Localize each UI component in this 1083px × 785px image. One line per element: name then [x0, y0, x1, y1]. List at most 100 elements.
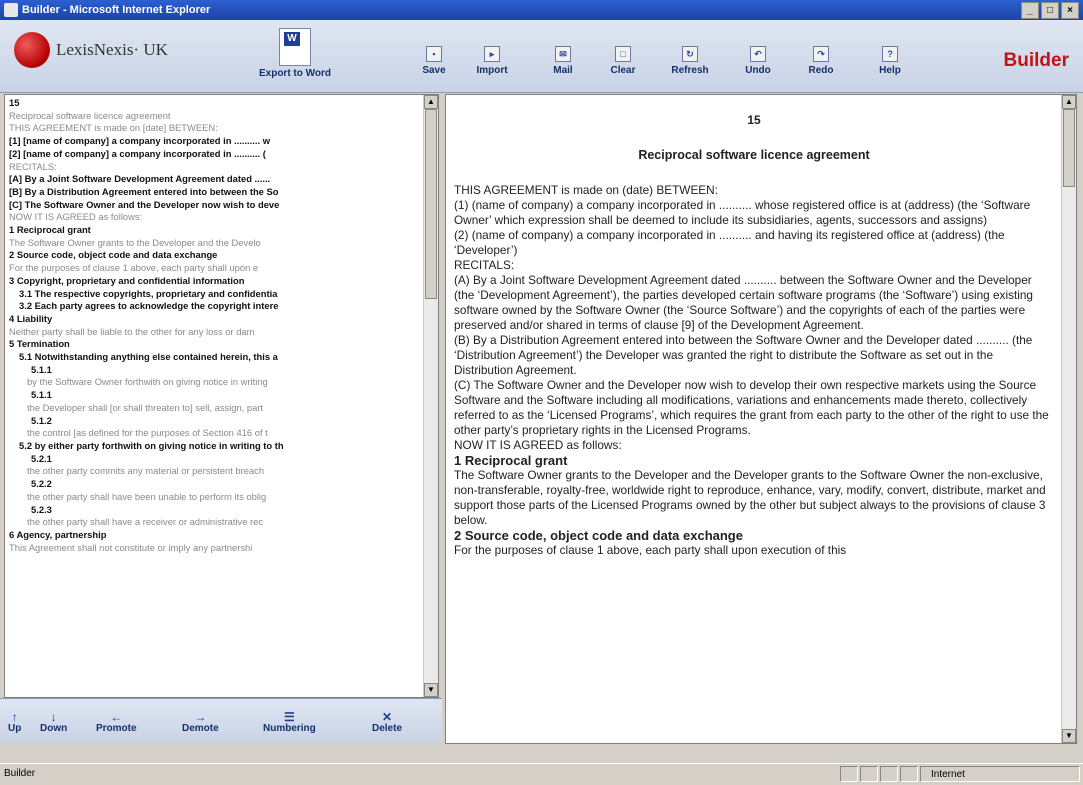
save-button[interactable]: ▪ Save — [404, 46, 464, 76]
numbering-icon: ☰ — [284, 710, 295, 724]
undo-icon: ↶ — [750, 46, 766, 62]
refresh-icon: ↻ — [682, 46, 698, 62]
redo-button[interactable]: ↷ Redo — [791, 46, 851, 76]
clause-heading: 2 Source code, object code and data exch… — [454, 528, 743, 543]
scroll-thumb[interactable] — [1063, 109, 1075, 187]
outline-item[interactable]: [1] [name of company] a company incorpor… — [9, 135, 423, 148]
delete-button[interactable]: ✕ Delete — [372, 711, 402, 734]
outline-item[interactable]: Reciprocal software licence agreement — [9, 110, 423, 123]
outline-item[interactable]: [C] The Software Owner and the Developer… — [9, 199, 423, 212]
scroll-down-arrow-icon[interactable]: ▼ — [1062, 729, 1076, 743]
outline-item[interactable]: For the purposes of clause 1 above, each… — [9, 262, 423, 275]
outline-item[interactable]: 5.2.1 — [9, 453, 423, 466]
outline-item[interactable]: by the Software Owner forthwith on givin… — [9, 376, 423, 389]
promote-button[interactable]: ← Promote — [96, 711, 137, 734]
outline-item[interactable]: [2] [name of company] a company incorpor… — [9, 148, 423, 161]
outline-item[interactable]: 1 Reciprocal grant — [9, 224, 423, 237]
document-paragraph: (C) The Software Owner and the Developer… — [454, 378, 1049, 437]
export-label: Export to Word — [258, 68, 332, 79]
document-paragraph: NOW IT IS AGREED as follows: — [454, 438, 622, 452]
outline-item[interactable]: 5.2 by either party forthwith on giving … — [9, 440, 423, 453]
status-cell — [840, 766, 858, 782]
demote-button[interactable]: → Demote — [182, 711, 219, 734]
status-text: Builder — [4, 768, 36, 779]
outline-item[interactable]: 2 Source code, object code and data exch… — [9, 249, 423, 262]
outline-item[interactable]: NOW IT IS AGREED as follows: — [9, 211, 423, 224]
delete-label: Delete — [372, 723, 403, 734]
promote-label: Promote — [96, 723, 137, 734]
outline-item[interactable]: the other party commits any material or … — [9, 465, 423, 478]
document-number: 15 — [747, 113, 761, 127]
scroll-up-arrow-icon[interactable]: ▲ — [424, 95, 438, 109]
maximize-button[interactable]: □ — [1041, 2, 1059, 19]
outline-list: 15 Reciprocal software licence agreement… — [9, 97, 423, 554]
up-arrow-icon: ↑ — [11, 710, 18, 724]
help-icon: ? — [882, 46, 898, 62]
mail-button[interactable]: ✉ Mail — [533, 46, 593, 76]
outline-item[interactable]: the control [as defined for the purposes… — [9, 427, 423, 440]
document-paragraph: For the purposes of clause 1 above, each… — [454, 543, 847, 557]
import-button[interactable]: ▸ Import — [462, 46, 522, 76]
document-paragraph: (A) By a Joint Software Development Agre… — [454, 273, 1033, 332]
refresh-label: Refresh — [671, 65, 709, 76]
status-bar: Builder Internet — [0, 763, 1083, 785]
up-button[interactable]: ↑ Up — [8, 711, 21, 734]
help-button[interactable]: ? Help — [860, 46, 920, 76]
outline-item[interactable]: 5 Termination — [9, 338, 423, 351]
document-paragraph: The Software Owner grants to the Develop… — [454, 468, 1046, 527]
right-arrow-icon: → — [194, 710, 207, 724]
refresh-button[interactable]: ↻ Refresh — [660, 46, 720, 76]
left-arrow-icon: ← — [110, 710, 123, 724]
outline-item[interactable]: RECITALS: — [9, 161, 423, 174]
outline-item[interactable]: the other party shall have been unable t… — [9, 491, 423, 504]
outline-item[interactable]: THIS AGREEMENT is made on [date] BETWEEN… — [9, 122, 423, 135]
outline-item[interactable]: [B] By a Distribution Agreement entered … — [9, 186, 423, 199]
document-scrollbar[interactable]: ▲ ▼ — [1061, 95, 1076, 743]
document-title: Reciprocal software licence agreement — [638, 148, 870, 162]
scroll-thumb[interactable] — [425, 109, 437, 299]
save-icon: ▪ — [426, 46, 442, 62]
outline-item[interactable]: 6 Agency, partnership — [9, 529, 423, 542]
delete-icon: ✕ — [381, 710, 393, 724]
scroll-down-arrow-icon[interactable]: ▼ — [424, 683, 438, 697]
outline-item[interactable]: Neither party shall be liable to the oth… — [9, 326, 423, 339]
outline-item[interactable]: 3.2 Each party agrees to acknowledge the… — [9, 300, 423, 313]
down-label: Down — [40, 723, 68, 734]
close-button[interactable]: × — [1061, 2, 1079, 19]
numbering-button[interactable]: ☰ Numbering — [263, 711, 316, 734]
outline-pane[interactable]: 15 Reciprocal software licence agreement… — [4, 94, 439, 698]
minimize-button[interactable]: _ — [1021, 2, 1039, 19]
status-cell — [860, 766, 878, 782]
clear-label: Clear — [610, 65, 636, 76]
import-label: Import — [476, 65, 508, 76]
clear-button[interactable]: □ Clear — [593, 46, 653, 76]
outline-item[interactable]: 5.1.1 — [9, 389, 423, 402]
outline-item[interactable]: 3.1 The respective copyrights, proprieta… — [9, 288, 423, 301]
outline-scrollbar[interactable]: ▲ ▼ — [423, 95, 438, 697]
outline-item[interactable]: 15 — [9, 97, 423, 110]
outline-item[interactable]: This Agreement shall not constitute or i… — [9, 542, 423, 555]
export-to-word-button[interactable]: Export to Word — [250, 28, 340, 79]
outline-item[interactable]: 5.1.2 — [9, 415, 423, 428]
outline-item[interactable]: [A] By a Joint Software Development Agre… — [9, 173, 423, 186]
down-button[interactable]: ↓ Down — [40, 711, 67, 734]
outline-item[interactable]: 4 Liability — [9, 313, 423, 326]
save-label: Save — [422, 65, 446, 76]
outline-item[interactable]: 5.2.3 — [9, 504, 423, 517]
document-preview-pane[interactable]: 15 Reciprocal software licence agreement… — [445, 94, 1077, 744]
outline-item[interactable]: 5.1.1 — [9, 364, 423, 377]
undo-button[interactable]: ↶ Undo — [728, 46, 788, 76]
lexisnexis-logo: LexisNexis· UK — [14, 32, 168, 68]
status-cell — [880, 766, 898, 782]
clear-icon: □ — [615, 46, 631, 62]
redo-icon: ↷ — [813, 46, 829, 62]
outline-item[interactable]: 5.2.2 — [9, 478, 423, 491]
outline-item[interactable]: 5.1 Notwithstanding anything else contai… — [9, 351, 423, 364]
outline-item[interactable]: the other party shall have a receiver or… — [9, 516, 423, 529]
outline-item[interactable]: The Software Owner grants to the Develop… — [9, 237, 423, 250]
outline-item[interactable]: the Developer shall [or shall threaten t… — [9, 402, 423, 415]
outline-item[interactable]: 3 Copyright, proprietary and confidentia… — [9, 275, 423, 288]
scroll-up-arrow-icon[interactable]: ▲ — [1062, 95, 1076, 109]
logo-ball-icon — [14, 32, 50, 68]
document-paragraph: (1) (name of company) a company incorpor… — [454, 198, 1031, 227]
